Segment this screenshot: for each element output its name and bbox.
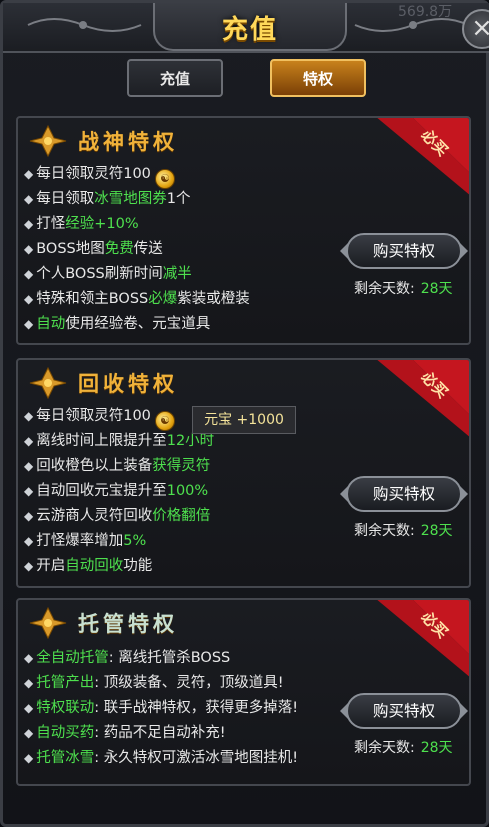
diamond-bullet-icon: ◆: [24, 534, 34, 548]
buy-privilege-button[interactable]: 购买特权: [340, 693, 468, 731]
lotus-emblem-icon: [29, 124, 67, 158]
coin-icon: ☯: [154, 411, 175, 431]
card-header: 托管特权: [28, 606, 174, 640]
buy-privilege-button[interactable]: 购买特权: [340, 233, 468, 271]
diamond-bullet-icon: ◆: [24, 701, 34, 715]
diamond-bullet-icon: ◆: [24, 242, 34, 256]
list-item: ◆ 回收橙色以上装备获得灵符: [24, 458, 211, 474]
list-item: ◆ 托管冰雪: 永久特权可激活冰雪地图挂机!: [24, 750, 299, 766]
list-item: ◆ 个人BOSS刷新时间减半: [24, 266, 192, 282]
diamond-bullet-icon: ◆: [24, 409, 34, 423]
list-item: ◆ 特殊和领主BOSS必爆紫装或橙装: [24, 291, 250, 307]
coin-icon: ☯: [154, 169, 175, 189]
list-item: ◆ 每日领取灵符100 ☯: [24, 404, 175, 431]
list-item: ◆ 云游商人灵符回收价格翻倍: [24, 508, 211, 524]
card-title: 战神特权: [78, 130, 178, 154]
list-item: ◆ BOSS地图免费传送: [24, 241, 163, 257]
privilege-card-war-god: 战神特权 必买 ◆ 每日领取灵符100 ☯ ◆ 每日领取冰雪地图券1个 ◆ 打怪经验+1…: [16, 116, 471, 345]
card-title: 托管特权: [78, 612, 178, 636]
diamond-bullet-icon: ◆: [24, 434, 34, 448]
list-item: ◆ 开启自动回收功能: [24, 558, 153, 574]
diamond-bullet-icon: ◆: [24, 317, 34, 331]
list-item: ◆ 每日领取灵符100 ☯: [24, 162, 175, 189]
close-icon: ×: [471, 13, 489, 43]
lotus-emblem-icon: [29, 366, 67, 400]
lotus-emblem-icon: [29, 606, 67, 640]
tab-privilege[interactable]: 特权: [270, 59, 366, 97]
diamond-bullet-icon: ◆: [24, 726, 34, 740]
list-item: ◆ 每日领取冰雪地图券1个: [24, 191, 191, 207]
diamond-bullet-icon: ◆: [24, 559, 34, 573]
diamond-bullet-icon: ◆: [24, 484, 34, 498]
window-title: 充值: [221, 15, 278, 45]
ornament-left-icon: [27, 18, 142, 32]
card-header: 回收特权: [28, 366, 174, 400]
diamond-bullet-icon: ◆: [24, 676, 34, 690]
diamond-bullet-icon: ◆: [24, 509, 34, 523]
title-bar: 充值 569.8万: [3, 3, 489, 53]
card-header: 战神特权: [28, 124, 174, 158]
diamond-bullet-icon: ◆: [24, 459, 34, 473]
list-item: ◆ 自动买药: 药品不足自动补充!: [24, 725, 226, 741]
diamond-bullet-icon: ◆: [24, 651, 34, 665]
reward-tooltip: 元宝 +1000: [192, 406, 296, 434]
privilege-card-auto-hosting: 托管特权 必买 ◆ 全自动托管: 离线托管杀BOSS ◆ 托管产出: 顶级装备、灵符…: [16, 598, 471, 786]
list-item: ◆ 离线时间上限提升至12小时: [24, 433, 215, 449]
days-remaining: 剩余天数: 28天: [354, 281, 453, 297]
title-plate: 充值: [153, 3, 347, 51]
list-item: ◆ 特权联动: 联手战神特权，获得更多掉落!: [24, 700, 299, 716]
privilege-card-recycle: 回收特权 必买 ◆ 每日领取灵符100 ☯ ◆ 离线时间上限提升至12小时 ◆ 回收橙色…: [16, 358, 471, 588]
diamond-bullet-icon: ◆: [24, 167, 34, 181]
card-title: 回收特权: [78, 372, 178, 396]
tab-recharge[interactable]: 充值: [127, 59, 223, 97]
diamond-bullet-icon: ◆: [24, 292, 34, 306]
list-item: ◆ 打怪爆率增加5%: [24, 533, 147, 549]
list-item: ◆ 全自动托管: 离线托管杀BOSS: [24, 650, 231, 666]
list-item: ◆ 托管产出: 顶级装备、灵符，顶级道具!: [24, 675, 284, 691]
diamond-bullet-icon: ◆: [24, 192, 34, 206]
list-item: ◆ 打怪经验+10%: [24, 216, 139, 232]
diamond-bullet-icon: ◆: [24, 751, 34, 765]
buy-privilege-button[interactable]: 购买特权: [340, 476, 468, 514]
diamond-bullet-icon: ◆: [24, 217, 34, 231]
diamond-bullet-icon: ◆: [24, 267, 34, 281]
list-item: ◆ 自动回收元宝提升至100%: [24, 483, 209, 499]
days-remaining: 剩余天数: 28天: [354, 523, 453, 539]
currency-readout: 569.8万: [398, 4, 453, 20]
days-remaining: 剩余天数: 28天: [354, 740, 453, 756]
list-item: ◆ 自动使用经验卷、元宝道具: [24, 316, 211, 332]
